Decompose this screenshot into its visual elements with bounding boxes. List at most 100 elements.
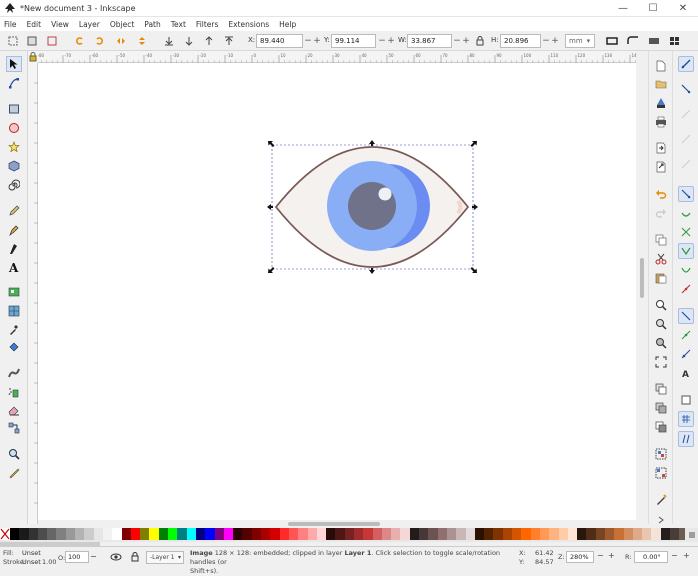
palette-swatch[interactable] bbox=[540, 528, 549, 540]
zoom-field[interactable]: 280% bbox=[566, 551, 594, 563]
spiral-tool-icon[interactable] bbox=[6, 177, 22, 193]
selector-tool-icon[interactable] bbox=[6, 56, 22, 72]
palette-swatch[interactable] bbox=[112, 528, 121, 540]
chevron-right-icon[interactable] bbox=[654, 513, 668, 527]
calligraphy-tool-icon[interactable] bbox=[6, 241, 22, 257]
palette-swatch[interactable] bbox=[177, 528, 186, 540]
palette-swatch[interactable] bbox=[38, 528, 47, 540]
move-patterns-icon[interactable] bbox=[668, 34, 682, 48]
snap-grid-icon[interactable] bbox=[678, 411, 694, 427]
cut-icon[interactable] bbox=[654, 252, 668, 266]
mesh-tool-icon[interactable] bbox=[6, 303, 22, 319]
snap-object-midpoints-icon[interactable] bbox=[678, 327, 694, 343]
palette-swatch[interactable] bbox=[354, 528, 363, 540]
spray-paint-tool-icon[interactable] bbox=[6, 384, 22, 400]
ungroup-icon[interactable] bbox=[654, 466, 668, 480]
y-increment-button[interactable]: + bbox=[386, 34, 396, 48]
zoom-increment-button[interactable]: + bbox=[608, 551, 615, 560]
palette-swatch[interactable] bbox=[252, 528, 261, 540]
menu-file[interactable]: File bbox=[4, 20, 17, 29]
palette-swatch[interactable] bbox=[475, 528, 484, 540]
fill-stroke-icon[interactable] bbox=[654, 493, 668, 507]
lock-icon[interactable] bbox=[473, 34, 487, 48]
snap-path-intersections-icon[interactable] bbox=[678, 224, 694, 240]
text-tool-icon[interactable]: A bbox=[6, 259, 22, 275]
palette-swatch[interactable] bbox=[103, 528, 112, 540]
rotate-field[interactable]: 0.00° bbox=[634, 551, 668, 563]
stroke-value[interactable]: Unset bbox=[22, 558, 41, 566]
zoom-tool-icon[interactable] bbox=[6, 446, 22, 462]
h-increment-button[interactable]: + bbox=[550, 34, 560, 48]
node-tool-icon[interactable] bbox=[6, 75, 22, 91]
menu-view[interactable]: View bbox=[51, 20, 69, 29]
menu-edit[interactable]: Edit bbox=[27, 20, 42, 29]
palette-swatch[interactable] bbox=[559, 528, 568, 540]
palette-swatch[interactable] bbox=[568, 528, 577, 540]
snap-text-baseline-icon[interactable]: A bbox=[678, 365, 694, 381]
snap-bbox-icon[interactable] bbox=[678, 81, 694, 97]
palette-swatch[interactable] bbox=[410, 528, 419, 540]
palette-swatch[interactable] bbox=[326, 528, 335, 540]
menu-layer[interactable]: Layer bbox=[79, 20, 100, 29]
opacity-decrement-button[interactable]: − bbox=[90, 552, 97, 561]
layer-lock-icon[interactable] bbox=[129, 551, 141, 563]
new-document-icon[interactable] bbox=[654, 59, 668, 73]
y-field[interactable]: 99.114 bbox=[331, 34, 376, 48]
copy-icon[interactable] bbox=[654, 233, 668, 247]
vertical-ruler[interactable] bbox=[28, 63, 38, 524]
rotate-cw-icon[interactable] bbox=[93, 34, 107, 48]
duplicate-icon[interactable] bbox=[654, 382, 668, 396]
palette-swatch[interactable] bbox=[605, 528, 614, 540]
palette-swatch[interactable] bbox=[493, 528, 502, 540]
3d-box-tool-icon[interactable] bbox=[6, 158, 22, 174]
snap-rotation-centers-icon[interactable] bbox=[678, 346, 694, 362]
move-gradients-icon[interactable] bbox=[647, 34, 661, 48]
eraser-tool-icon[interactable] bbox=[6, 402, 22, 418]
palette-swatch[interactable] bbox=[642, 528, 651, 540]
snap-cusp-nodes-icon[interactable] bbox=[678, 243, 694, 259]
layer-visibility-icon[interactable] bbox=[110, 551, 122, 563]
menu-extensions[interactable]: Extensions bbox=[228, 20, 269, 29]
palette-swatch[interactable] bbox=[140, 528, 149, 540]
palette-swatch[interactable] bbox=[400, 528, 409, 540]
group-icon[interactable] bbox=[654, 447, 668, 461]
fill-value[interactable]: Unset bbox=[22, 549, 41, 557]
export-icon[interactable] bbox=[654, 160, 668, 174]
palette-swatch[interactable] bbox=[373, 528, 382, 540]
palette-swatch[interactable] bbox=[624, 528, 633, 540]
zoom-decrement-button[interactable]: − bbox=[597, 551, 604, 560]
stroke-width-value[interactable]: 1.00 bbox=[42, 558, 56, 566]
flip-vertical-icon[interactable] bbox=[135, 34, 149, 48]
palette-swatch[interactable] bbox=[661, 528, 670, 540]
palette-swatch[interactable] bbox=[484, 528, 493, 540]
palette-swatch[interactable] bbox=[66, 528, 75, 540]
palette-swatch[interactable] bbox=[149, 528, 158, 540]
palette-swatch[interactable] bbox=[447, 528, 456, 540]
opacity-field[interactable]: 100 bbox=[65, 551, 89, 563]
undo-icon[interactable] bbox=[654, 187, 668, 201]
connector-tool-icon[interactable] bbox=[6, 420, 22, 436]
snap-toggle-icon[interactable] bbox=[678, 56, 694, 72]
pencil-tool-icon[interactable] bbox=[6, 203, 22, 219]
palette-swatch[interactable] bbox=[270, 528, 279, 540]
palette-swatch[interactable] bbox=[47, 528, 56, 540]
minimize-button[interactable]: — bbox=[608, 0, 638, 17]
w-field[interactable]: 33.867 bbox=[407, 34, 452, 48]
snap-line-midpoints-icon[interactable] bbox=[678, 281, 694, 297]
snap-page-border-icon[interactable] bbox=[678, 392, 694, 408]
measure-tool-icon[interactable] bbox=[6, 465, 22, 481]
palette-swatch[interactable] bbox=[549, 528, 558, 540]
palette-swatch[interactable] bbox=[168, 528, 177, 540]
palette-swatch[interactable] bbox=[289, 528, 298, 540]
lock-guides-icon[interactable] bbox=[28, 51, 38, 63]
snap-bbox-midpoints-icon[interactable] bbox=[678, 156, 694, 172]
palette-swatch[interactable] bbox=[159, 528, 168, 540]
palette-swatch[interactable] bbox=[75, 528, 84, 540]
drawing-canvas[interactable] bbox=[38, 63, 636, 524]
horizontal-ruler[interactable]: -80-70-60-50-40-30-20-100102030405060708… bbox=[28, 51, 636, 63]
tweak-tool-icon[interactable] bbox=[6, 365, 22, 381]
palette-swatch[interactable] bbox=[428, 528, 437, 540]
maximize-button[interactable]: ☐ bbox=[638, 0, 668, 17]
select-all-layers-icon[interactable] bbox=[25, 34, 39, 48]
palette-swatch[interactable] bbox=[503, 528, 512, 540]
